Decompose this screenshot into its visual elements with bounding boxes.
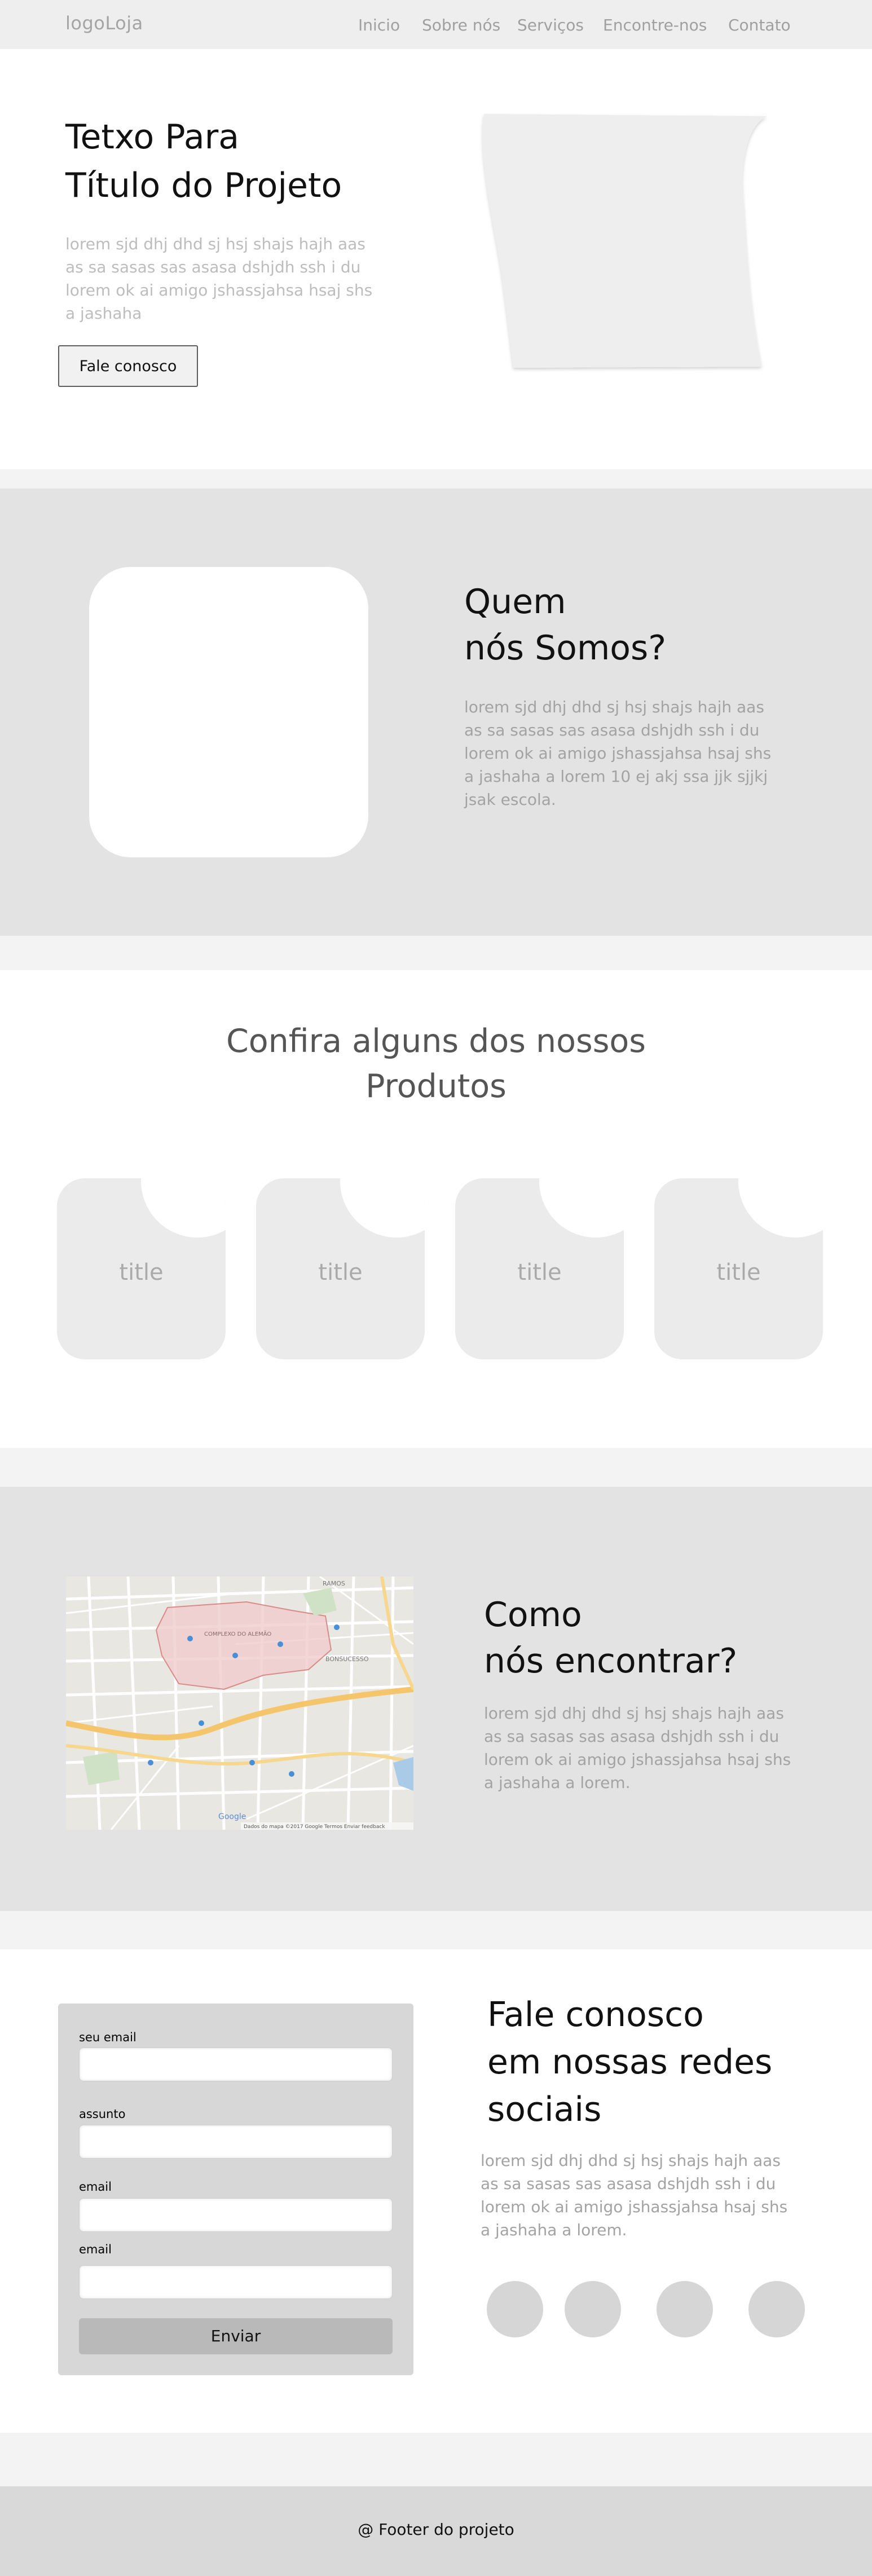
social-icon[interactable] (657, 2281, 713, 2337)
hero-title-line2: Título do Projeto (65, 166, 342, 205)
email-field[interactable] (79, 2047, 393, 2081)
submit-button[interactable]: Enviar (79, 2318, 393, 2354)
nav-link-servicos[interactable]: Serviços (517, 16, 584, 34)
about-description: lorem sjd dhj dhd sj hsj shajs hajh aas … (464, 698, 772, 809)
nav-link-encontre[interactable]: Encontre-nos (603, 16, 707, 34)
nav-link-inicio[interactable]: Inicio (358, 16, 400, 34)
social-icon[interactable] (565, 2281, 621, 2337)
map-google-logo: Google (218, 1812, 246, 1821)
nav-link-contato[interactable]: Contato (728, 16, 791, 34)
contact-form: seu email assunto email email Enviar (58, 2003, 413, 2375)
about-image-placeholder (89, 567, 368, 857)
map-label-bonsucesso: BONSUCESSO (325, 1655, 369, 1663)
hero-image-placeholder (482, 114, 767, 368)
contact-title: Fale conosco em nossas redes sociais (487, 1991, 772, 2133)
product-card-title: title (119, 1260, 164, 1285)
subject-field[interactable] (79, 2125, 393, 2159)
location-title-line2: nós encontrar? (484, 1641, 738, 1681)
product-card[interactable]: title (654, 1178, 823, 1359)
social-icon[interactable] (748, 2281, 805, 2337)
map-graphic: RAMOS COMPLEXO DO ALEMÃO BONSUCESSO Goog… (66, 1577, 413, 1830)
subject-label: assunto (79, 2107, 126, 2121)
product-card[interactable]: title (455, 1178, 624, 1359)
email3-label: email (79, 2243, 112, 2256)
map[interactable]: RAMOS COMPLEXO DO ALEMÃO BONSUCESSO Goog… (66, 1577, 413, 1830)
products-title: Confira alguns dos nossos Produtos (154, 1019, 718, 1109)
email2-label: email (79, 2180, 112, 2194)
product-card-title: title (716, 1260, 761, 1285)
nav-link-sobre[interactable]: Sobre nós (422, 16, 500, 34)
product-card[interactable]: title (256, 1178, 425, 1359)
map-attribution: Dados do mapa ©2017 Google Termos Enviar… (244, 1824, 385, 1830)
contact-title-line3: sociais (487, 2090, 602, 2129)
location-title-line1: Como (484, 1595, 582, 1635)
email3-field[interactable] (79, 2265, 393, 2299)
contact-title-line1: Fale conosco (487, 1995, 704, 2035)
hero-description: lorem sjd dhj dhd sj hsj shajs hajh aas … (65, 235, 373, 323)
products-title-line1: Confira alguns dos nossos (226, 1023, 646, 1060)
product-card-title: title (318, 1260, 363, 1285)
contact-description: lorem sjd dhj dhd sj hsj shajs hajh aas … (481, 2151, 788, 2239)
about-title-line2: nós Somos? (464, 628, 667, 668)
about-title: Quem nós Somos? (464, 579, 666, 671)
map-label-complexo: COMPLEXO DO ALEMÃO (204, 1630, 271, 1637)
location-description: lorem sjd dhj dhd sj hsj shajs hajh aas … (484, 1704, 791, 1792)
about-title-line1: Quem (464, 582, 566, 622)
logo[interactable]: logoLoja (65, 12, 143, 34)
contact-title-line2: em nossas redes (487, 2042, 773, 2082)
email2-field[interactable] (79, 2198, 393, 2232)
social-icon[interactable] (487, 2281, 543, 2337)
email-label: seu email (79, 2031, 136, 2044)
contact-button[interactable]: Fale conosco (58, 345, 198, 387)
products-title-line2: Produtos (365, 1068, 507, 1105)
hero-title: Tetxo Para Título do Projeto (65, 113, 342, 210)
footer-text: @ Footer do projeto (358, 2520, 514, 2539)
product-card[interactable]: title (57, 1178, 226, 1359)
product-card-title: title (517, 1260, 562, 1285)
hero-title-line1: Tetxo Para (65, 117, 240, 157)
location-title: Como nós encontrar? (484, 1592, 737, 1684)
map-label-ramos: RAMOS (323, 1580, 345, 1587)
